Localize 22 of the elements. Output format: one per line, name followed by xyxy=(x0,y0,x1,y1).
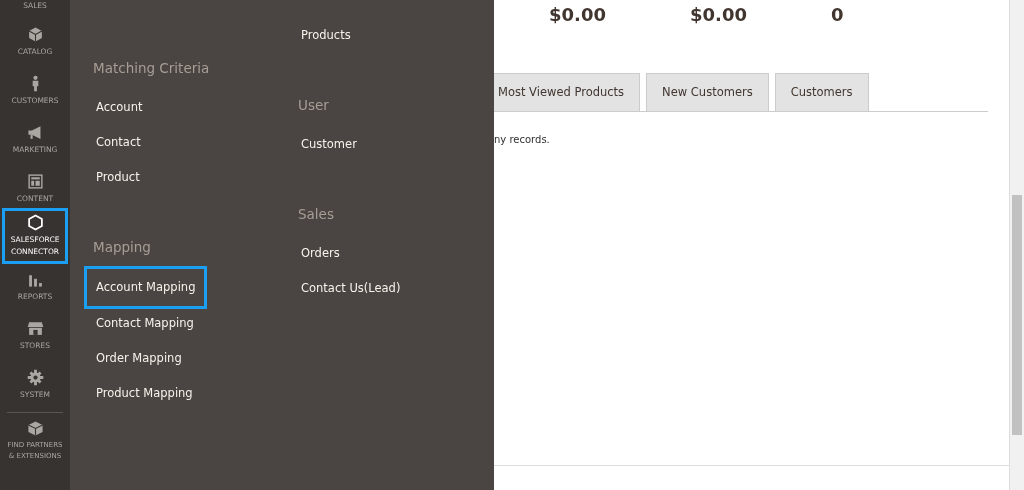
scrollbar[interactable] xyxy=(1010,0,1024,490)
store-icon xyxy=(26,320,44,337)
tab[interactable]: Customers xyxy=(774,73,869,111)
stat-value: $0.00 xyxy=(549,4,607,27)
scroll-thumb[interactable] xyxy=(1012,195,1022,435)
section-heading: Sales xyxy=(297,205,335,224)
gear-icon xyxy=(26,369,44,386)
menu-link[interactable]: Products xyxy=(289,15,363,56)
stat-value: $0.00 xyxy=(690,4,748,27)
box-icon xyxy=(26,26,44,43)
section-heading: User xyxy=(297,96,330,115)
menu-link[interactable]: Customer xyxy=(289,124,369,165)
hexagon-icon xyxy=(26,214,44,231)
tab[interactable]: New Customers xyxy=(646,73,769,111)
section-heading: Mapping xyxy=(92,238,152,257)
menu-link[interactable]: Account Mapping xyxy=(84,266,208,309)
empty-message: ny records. xyxy=(494,134,550,145)
stat-value: 0 xyxy=(831,4,845,27)
layout-icon xyxy=(26,173,44,190)
tab[interactable]: Most Viewed Products xyxy=(494,73,641,111)
section-heading: Matching Criteria xyxy=(92,59,211,78)
blocks-icon xyxy=(26,420,44,437)
